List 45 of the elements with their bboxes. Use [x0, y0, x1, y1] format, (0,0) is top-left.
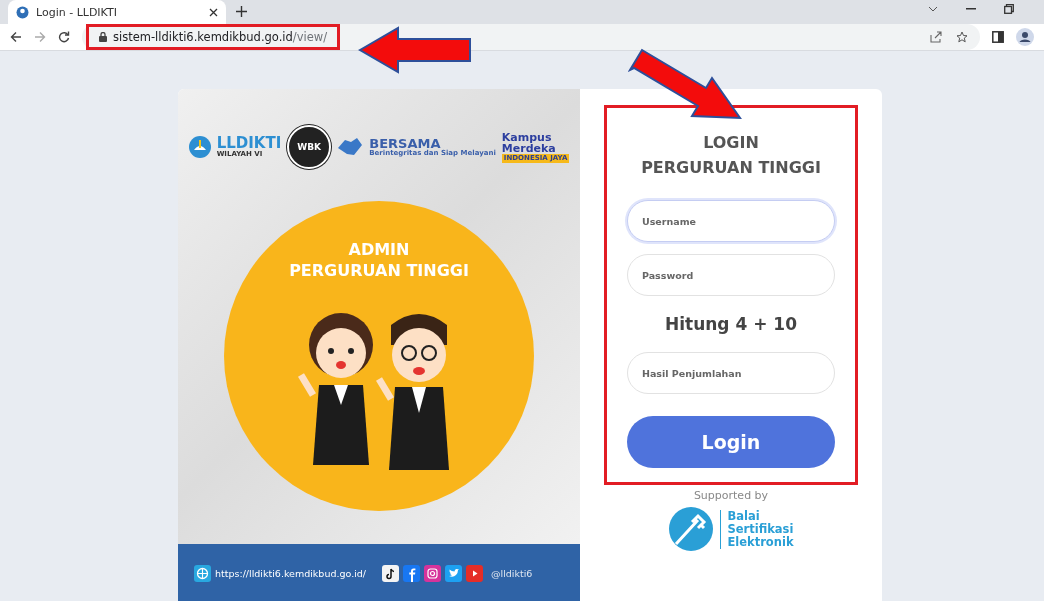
- globe-icon[interactable]: [194, 564, 211, 582]
- emblem-icon: [188, 136, 211, 158]
- username-field[interactable]: Username: [627, 200, 835, 242]
- logo-text: LLDIKTI: [216, 136, 282, 151]
- captcha-question: Hitung 4 + 10: [664, 314, 797, 334]
- star-icon[interactable]: [956, 31, 968, 43]
- login-button[interactable]: Login: [627, 416, 835, 468]
- banner-heading: ADMIN: [348, 239, 410, 260]
- supported-by-text: Supported by: [693, 489, 769, 502]
- facebook-icon[interactable]: [403, 564, 421, 582]
- login-title: PERGURUAN TINGGI: [641, 157, 821, 179]
- logo-text: BERSAMA: [369, 137, 441, 150]
- minimize-icon[interactable]: [966, 8, 976, 10]
- handshake-icon: [337, 136, 364, 158]
- side-panel-icon[interactable]: [992, 31, 1004, 43]
- instagram-icon[interactable]: [424, 564, 442, 582]
- globe-icon: [16, 5, 29, 19]
- browser-tab[interactable]: Login - LLDIKTI: [8, 0, 226, 24]
- partner-name: Balai: [727, 509, 761, 523]
- bird-icon[interactable]: [445, 564, 463, 582]
- reload-icon[interactable]: [58, 31, 70, 43]
- seal-badge: WBK: [287, 125, 332, 169]
- password-field[interactable]: Password: [627, 254, 835, 296]
- play-icon[interactable]: [466, 564, 484, 582]
- tiktok-icon[interactable]: [382, 564, 400, 582]
- key-logo-icon: [668, 506, 715, 552]
- banner-heading: PERGURUAN TINGGI: [289, 260, 469, 281]
- share-icon[interactable]: [930, 31, 942, 43]
- chevron-down-icon[interactable]: [928, 6, 938, 12]
- lock-icon: [99, 32, 107, 42]
- new-tab-icon[interactable]: [236, 6, 247, 17]
- url-text[interactable]: sistem-lldikti6.kemdikbud.go.id/view/: [113, 30, 328, 44]
- close-icon[interactable]: [209, 7, 218, 17]
- tab-title: Login - LLDIKTI: [36, 5, 118, 19]
- profile-avatar-icon[interactable]: [1016, 28, 1034, 46]
- logo-text: Merdeka: [501, 142, 557, 154]
- partner-name: Elektronik: [727, 535, 794, 549]
- restore-icon[interactable]: [1004, 4, 1014, 14]
- partner-name: Sertifikasi: [727, 522, 794, 536]
- back-icon[interactable]: [10, 31, 22, 43]
- answer-field[interactable]: Hasil Penjumlahan: [627, 352, 835, 394]
- login-title: LOGIN: [703, 132, 759, 154]
- website-link[interactable]: https://lldikti6.kemdikbud.go.id/: [215, 567, 367, 579]
- logo-text: Kampus: [501, 131, 552, 143]
- social-handle: @lldikti6: [491, 567, 533, 579]
